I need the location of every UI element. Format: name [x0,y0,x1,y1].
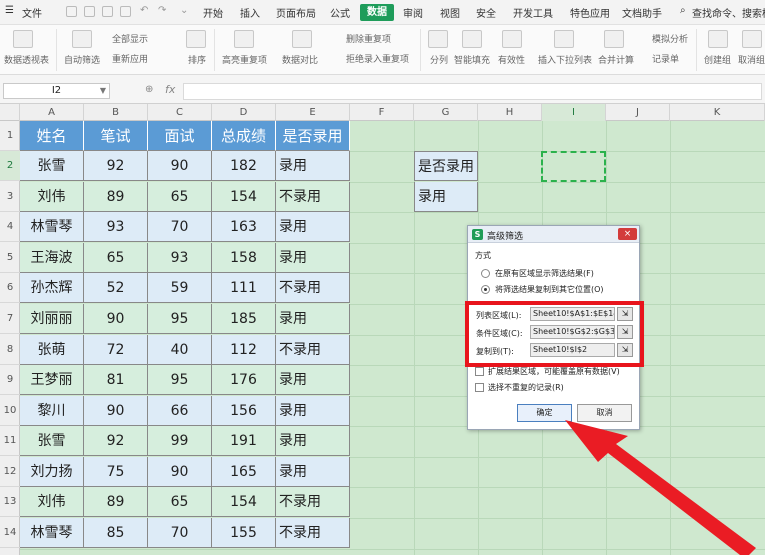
annotation-arrow [565,420,756,555]
